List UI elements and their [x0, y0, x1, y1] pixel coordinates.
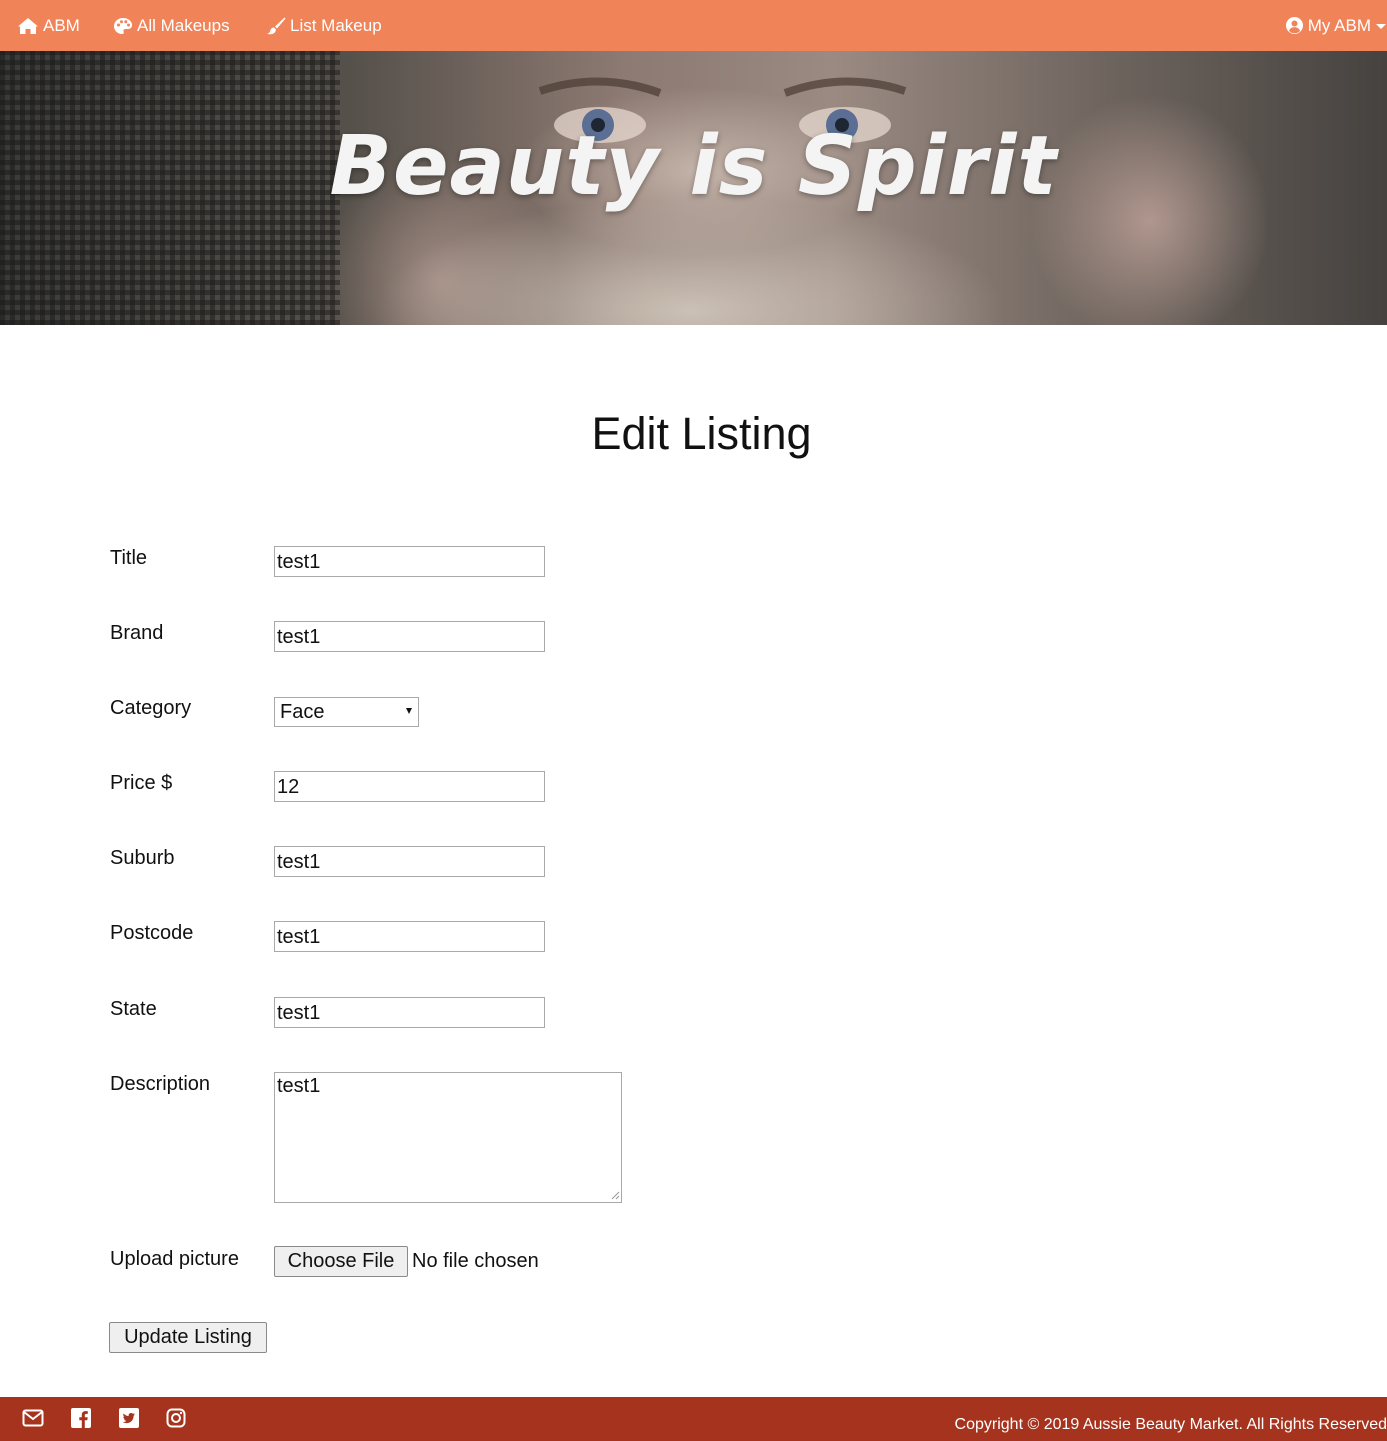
- file-status-text: No file chosen: [412, 1250, 539, 1272]
- footer: Copyright © 2019 Aussie Beauty Market. A…: [0, 1397, 1387, 1441]
- nav-list-makeup-link[interactable]: List Makeup: [266, 0, 382, 51]
- postcode-input[interactable]: [274, 921, 545, 952]
- brand-input[interactable]: [274, 621, 545, 652]
- copyright-text: Copyright © 2019 Aussie Beauty Market. A…: [954, 1416, 1387, 1433]
- category-select[interactable]: Face: [274, 697, 419, 727]
- home-icon: [17, 17, 39, 35]
- user-circle-icon: [1285, 16, 1304, 35]
- account-label: My ABM: [1307, 15, 1371, 35]
- description-label: Description: [110, 1073, 211, 1095]
- state-label: State: [110, 998, 157, 1020]
- suburb-input[interactable]: [274, 846, 545, 877]
- nav-all-makeups-label: All Makeups: [137, 15, 230, 35]
- price-label: Price $: [110, 772, 173, 794]
- hero-banner: Beauty is Spirit: [0, 51, 1387, 325]
- twitter-icon[interactable]: [119, 1408, 139, 1433]
- update-listing-button[interactable]: Update Listing: [109, 1322, 267, 1353]
- instagram-icon[interactable]: [166, 1408, 186, 1433]
- upload-label: Upload picture: [110, 1248, 239, 1270]
- caret-down-icon: [1375, 21, 1387, 31]
- category-label: Category: [110, 697, 192, 719]
- page-title: Edit Listing: [591, 408, 812, 459]
- title-label: Title: [110, 547, 148, 569]
- price-input[interactable]: [274, 771, 545, 802]
- nav-home-link[interactable]: ABM: [17, 0, 80, 51]
- description-textarea[interactable]: test1: [274, 1072, 622, 1203]
- account-dropdown[interactable]: My ABM: [1285, 0, 1387, 51]
- palette-icon: [113, 17, 133, 35]
- brush-icon: [266, 17, 286, 35]
- state-input[interactable]: [274, 997, 545, 1028]
- hero-slogan: Beauty is Spirit: [329, 119, 1058, 214]
- title-input[interactable]: [274, 546, 545, 577]
- resize-grip-icon[interactable]: [610, 1190, 620, 1200]
- nav-all-makeups-link[interactable]: All Makeups: [113, 0, 230, 51]
- nav-home-label: ABM: [43, 15, 80, 35]
- facebook-icon[interactable]: [71, 1408, 91, 1433]
- dropdown-arrow-icon: [406, 708, 412, 714]
- brand-label: Brand: [110, 622, 164, 644]
- postcode-label: Postcode: [110, 922, 194, 944]
- top-navbar: ABM All Makeups List Makeup My ABM: [0, 0, 1387, 51]
- envelope-icon[interactable]: [22, 1408, 44, 1433]
- suburb-label: Suburb: [110, 847, 175, 869]
- category-selected-value: Face: [280, 700, 325, 723]
- choose-file-button[interactable]: Choose File: [274, 1246, 408, 1277]
- nav-list-makeup-label: List Makeup: [290, 15, 382, 35]
